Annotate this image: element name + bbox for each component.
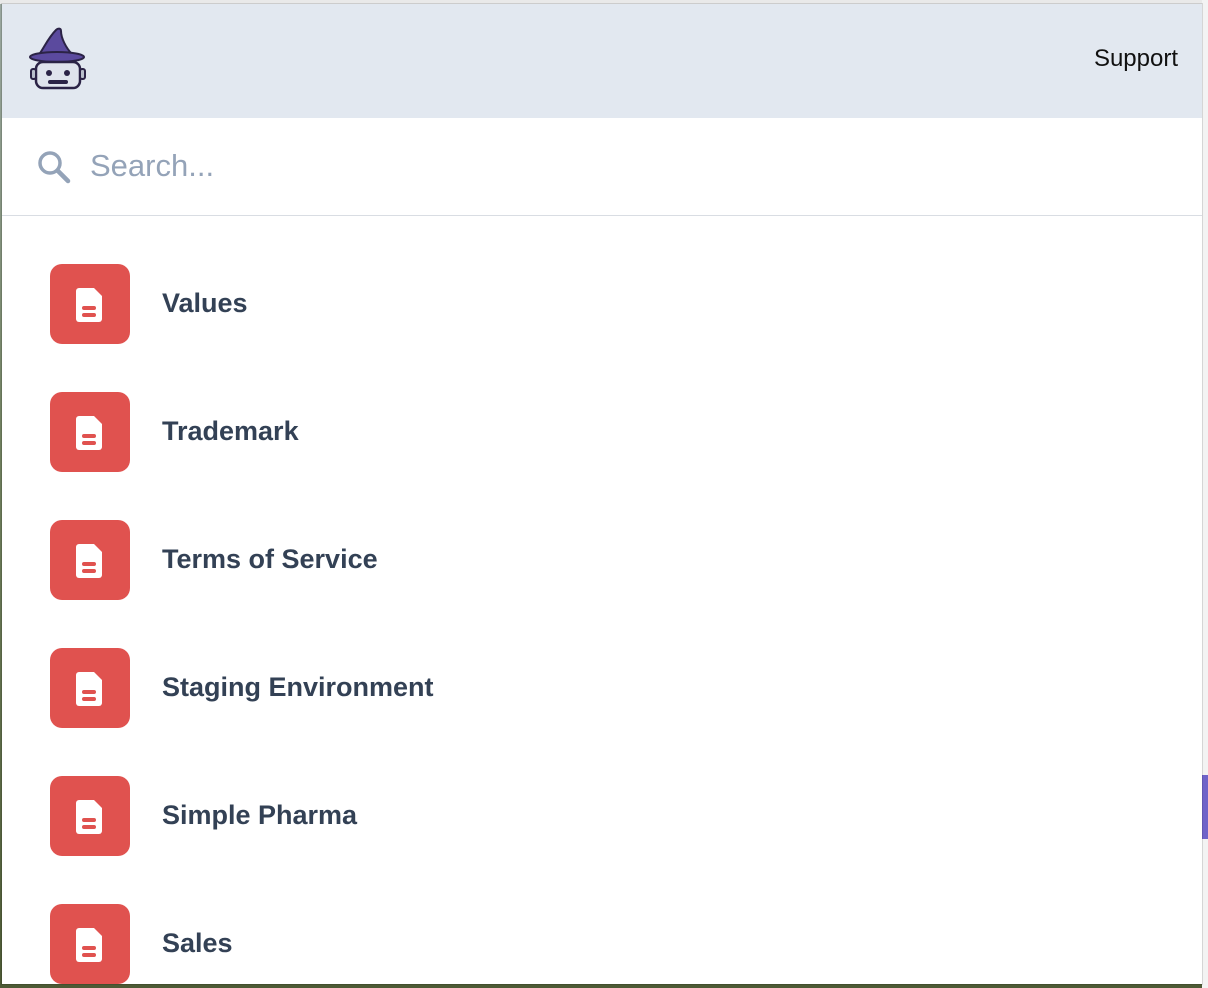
search-input[interactable] <box>90 140 1170 192</box>
support-link[interactable]: Support <box>1094 45 1178 73</box>
list-item[interactable]: Terms of Service <box>2 472 1202 600</box>
document-icon <box>50 520 130 600</box>
wizard-logo-icon <box>28 26 90 94</box>
document-icon <box>50 904 130 984</box>
document-icon <box>50 392 130 472</box>
document-icon <box>50 264 130 344</box>
search-bar <box>2 118 1202 216</box>
list-item-label: Staging Environment <box>162 672 434 702</box>
background-accent <box>1202 775 1208 839</box>
list-item[interactable]: Trademark <box>2 344 1202 472</box>
list-item-label: Sales <box>162 928 233 958</box>
header: Support <box>2 4 1202 118</box>
list-item[interactable]: Sales <box>2 856 1202 984</box>
results-list: Values Trademark Terms of Service Stagin… <box>2 216 1202 984</box>
background-window-edge <box>1202 0 1208 988</box>
list-item-label: Trademark <box>162 416 299 446</box>
list-item-label: Values <box>162 288 248 318</box>
list-item[interactable]: Staging Environment <box>2 600 1202 728</box>
list-item[interactable]: Simple Pharma <box>2 728 1202 856</box>
document-icon <box>50 648 130 728</box>
document-icon <box>50 776 130 856</box>
search-icon <box>36 149 72 185</box>
list-item-label: Terms of Service <box>162 544 378 574</box>
list-item[interactable]: Values <box>2 216 1202 344</box>
list-item-label: Simple Pharma <box>162 800 358 830</box>
launcher-popup: Support Values <box>2 4 1202 984</box>
